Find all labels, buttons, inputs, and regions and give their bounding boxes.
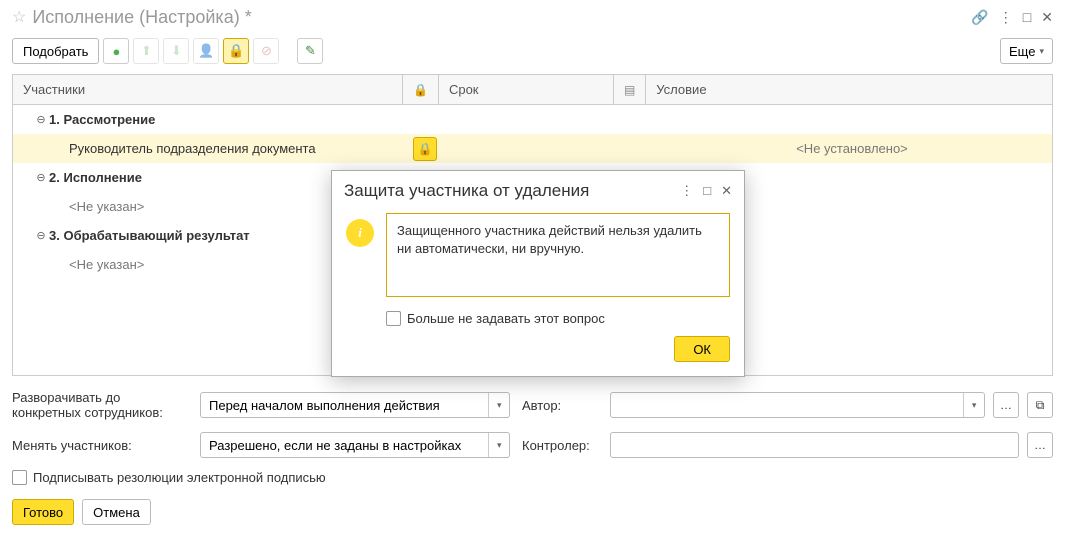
delete-icon: ⊘ bbox=[261, 43, 272, 59]
col-condition[interactable]: Условие bbox=[646, 75, 1052, 104]
window-restore-icon[interactable]: □ bbox=[703, 183, 711, 199]
participant-cell: Руководитель подразделения документа bbox=[13, 141, 403, 156]
controller-input[interactable] bbox=[610, 432, 1019, 458]
condition-cell: <Не установлено> bbox=[652, 141, 1052, 156]
favorite-star-icon[interactable]: ☆ bbox=[12, 7, 26, 27]
ellipsis-button[interactable]: … bbox=[1027, 432, 1053, 458]
col-lock: 🔒 bbox=[403, 75, 439, 104]
pencil-icon: ✎ bbox=[305, 43, 316, 59]
author-input[interactable] bbox=[611, 393, 963, 417]
expand-label: Разворачивать до конкретных сотрудников: bbox=[12, 390, 192, 420]
collapse-icon[interactable]: ⊖ bbox=[33, 171, 49, 184]
person-button[interactable]: 👤 bbox=[193, 38, 219, 64]
arrow-down-icon: ⬇ bbox=[171, 43, 182, 59]
edit-button[interactable]: ✎ bbox=[297, 38, 323, 64]
lock-icon: 🔒 bbox=[418, 142, 433, 156]
chevron-down-icon[interactable]: ▾ bbox=[488, 433, 509, 457]
lock-button[interactable]: 🔒 bbox=[223, 38, 249, 64]
chevron-down-icon[interactable]: ▾ bbox=[488, 393, 509, 417]
move-down-button[interactable]: ⬇ bbox=[163, 38, 189, 64]
plus-icon: ● bbox=[113, 44, 121, 59]
lock-badge: 🔒 bbox=[413, 137, 437, 161]
change-label: Менять участников: bbox=[12, 438, 192, 453]
dont-ask-checkbox[interactable] bbox=[386, 311, 401, 326]
expand-input[interactable] bbox=[201, 393, 488, 417]
window-restore-icon[interactable]: □ bbox=[1023, 9, 1031, 25]
doc-icon: ▤ bbox=[624, 83, 635, 97]
tree-group-row[interactable]: ⊖ 1. Рассмотрение bbox=[13, 105, 1052, 134]
change-input[interactable] bbox=[201, 433, 488, 457]
link-icon[interactable]: 🔗 bbox=[971, 9, 988, 26]
ellipsis-button[interactable]: … bbox=[993, 392, 1019, 418]
ok-button[interactable]: ОК bbox=[674, 336, 730, 362]
protection-dialog: Защита участника от удаления ⋮ □ ✕ i Защ… bbox=[331, 170, 745, 377]
add-button[interactable]: ● bbox=[103, 38, 129, 64]
dialog-title: Защита участника от удаления bbox=[344, 181, 680, 201]
expand-combo[interactable]: ▾ bbox=[200, 392, 510, 418]
dont-ask-label: Больше не задавать этот вопрос bbox=[407, 311, 605, 326]
page-title: Исполнение (Настройка) * bbox=[32, 7, 971, 28]
ready-button[interactable]: Готово bbox=[12, 499, 74, 525]
author-combo[interactable]: ▾ bbox=[610, 392, 985, 418]
more-button[interactable]: Еще ▾ bbox=[1000, 38, 1053, 64]
chevron-down-icon[interactable]: ▾ bbox=[963, 393, 984, 417]
sign-checkbox[interactable] bbox=[12, 470, 27, 485]
collapse-icon[interactable]: ⊖ bbox=[33, 229, 49, 242]
tree-row-selected[interactable]: Руководитель подразделения документа 🔒 <… bbox=[13, 134, 1052, 163]
col-condition-icon: ▤ bbox=[614, 75, 646, 104]
pick-button[interactable]: Подобрать bbox=[12, 38, 99, 64]
author-label: Автор: bbox=[522, 398, 602, 413]
more-vert-icon[interactable]: ⋮ bbox=[680, 183, 693, 199]
delete-button[interactable]: ⊘ bbox=[253, 38, 279, 64]
lock-icon: 🔒 bbox=[228, 43, 244, 59]
arrow-up-icon: ⬆ bbox=[141, 43, 152, 59]
move-up-button[interactable]: ⬆ bbox=[133, 38, 159, 64]
open-button[interactable]: ⧉ bbox=[1027, 392, 1053, 418]
change-combo[interactable]: ▾ bbox=[200, 432, 510, 458]
person-icon: 👤 bbox=[198, 43, 214, 59]
more-vert-icon[interactable]: ⋮ bbox=[999, 9, 1013, 26]
dialog-message: Защищенного участника действий нельзя уд… bbox=[386, 213, 730, 297]
close-icon[interactable]: ✕ bbox=[721, 183, 732, 199]
col-participants[interactable]: Участники bbox=[13, 75, 403, 104]
sign-checkbox-label: Подписывать резолюции электронной подпис… bbox=[33, 470, 326, 485]
controller-label: Контролер: bbox=[522, 438, 602, 453]
close-icon[interactable]: ✕ bbox=[1041, 9, 1053, 26]
collapse-icon[interactable]: ⊖ bbox=[33, 113, 49, 126]
cancel-button[interactable]: Отмена bbox=[82, 499, 151, 525]
col-deadline[interactable]: Срок bbox=[439, 75, 614, 104]
chevron-down-icon: ▾ bbox=[1039, 46, 1044, 57]
info-icon: i bbox=[346, 219, 374, 247]
lock-icon: 🔒 bbox=[413, 83, 428, 97]
